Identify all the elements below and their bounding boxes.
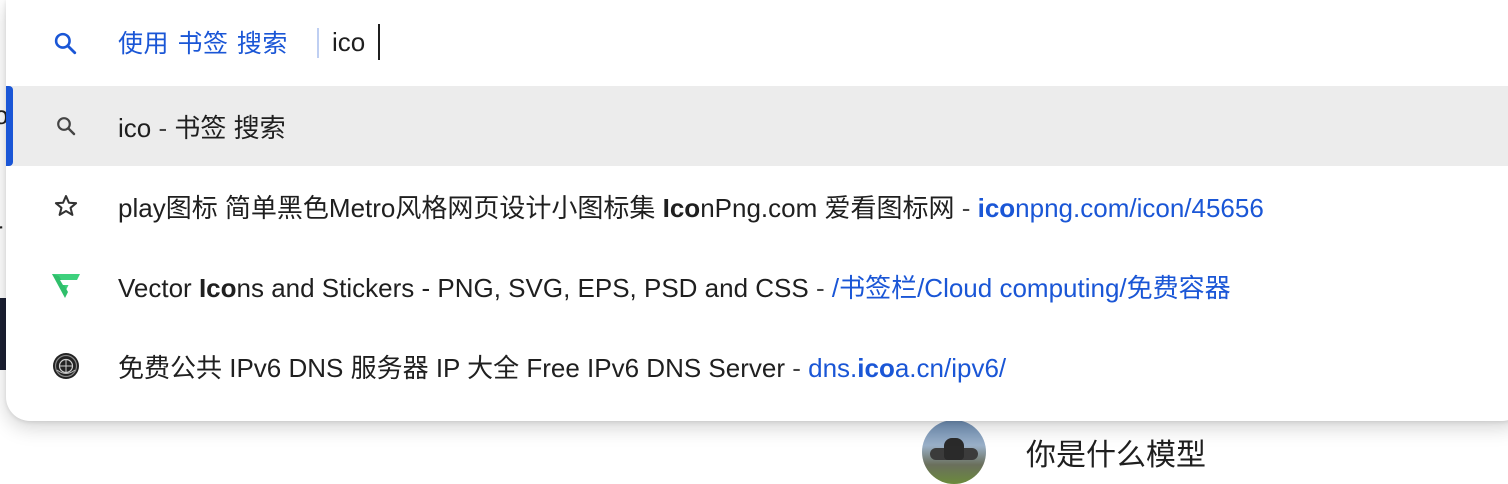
vector-logo-icon xyxy=(50,270,82,302)
suggestion-url-rest: npng.com/icon/45656 xyxy=(1015,193,1264,223)
keyword-mode-label[interactable]: 使用 书签 搜索 xyxy=(118,24,288,60)
suggestion-url-rest: a.cn/ipv6/ xyxy=(894,353,1007,383)
globe-seal-icon xyxy=(50,350,82,382)
keyword-divider xyxy=(317,28,319,58)
omnibox-dropdown: 使用 书签 搜索 ico - 书签 搜索 play图标 简单黑色Metro风格网… xyxy=(6,0,1508,421)
suggestion-title: ns and Stickers - PNG, SVG, EPS, PSD and… xyxy=(236,273,809,303)
chat-message: 你是什么模型 xyxy=(1026,438,1206,473)
suggestion-separator: - xyxy=(808,273,832,303)
omnibox-input-row[interactable]: 使用 书签 搜索 xyxy=(6,0,1508,86)
suggestion-search[interactable]: ico - 书签 搜索 xyxy=(6,86,1508,166)
search-icon xyxy=(52,30,78,61)
suggestion-bookmark[interactable]: play图标 简单黑色Metro风格网页设计小图标集 IconPng.com 爱… xyxy=(6,166,1508,246)
suggestion-text: 免费公共 IPv6 DNS 服务器 IP 大全 Free IPv6 DNS Se… xyxy=(118,348,1006,385)
omnibox-query-input[interactable] xyxy=(332,24,932,60)
suggestion-url-prefix: dns. xyxy=(808,353,858,383)
suggestion-url: iconpng.com/icon/45656 xyxy=(978,193,1264,223)
suggestion-text: Vector Icons and Stickers - PNG, SVG, EP… xyxy=(118,268,1231,305)
suggestion-query: ico xyxy=(118,113,152,143)
suggestion-url: dns.icoa.cn/ipv6/ xyxy=(808,353,1006,383)
suggestion-title: play图标 简单黑色Metro风格网页设计小图标集 xyxy=(118,193,663,223)
avatar xyxy=(922,420,986,484)
search-icon xyxy=(50,110,82,142)
suggestion-separator: - xyxy=(954,193,978,223)
suggestion-url: /书签栏/Cloud computing/免费容器 xyxy=(831,273,1231,303)
suggestion-title-match: Ico xyxy=(198,273,237,303)
suggestion-separator: - xyxy=(785,353,809,383)
suggestion-description: 书签 搜索 xyxy=(174,113,286,143)
background-text-fragment: r xyxy=(0,216,3,247)
suggestion-separator: - xyxy=(151,113,175,143)
suggestion-text: ico - 书签 搜索 xyxy=(118,108,286,145)
avatar-detail xyxy=(944,438,964,460)
star-icon xyxy=(50,190,82,222)
suggestion-title: nPng.com 爱看图标网 xyxy=(700,193,955,223)
suggestion-title-match: Ico xyxy=(662,193,701,223)
suggestion-url-match: ico xyxy=(977,193,1016,223)
background-chat-row: 你是什么模型 xyxy=(922,420,1206,484)
selection-indicator xyxy=(6,86,13,166)
suggestion-bookmark[interactable]: Vector Icons and Stickers - PNG, SVG, EP… xyxy=(6,246,1508,326)
suggestion-url-match: ico xyxy=(857,353,895,383)
text-caret xyxy=(378,24,380,60)
suggestion-text: play图标 简单黑色Metro风格网页设计小图标集 IconPng.com 爱… xyxy=(118,188,1264,225)
suggestion-title: Vector xyxy=(118,273,199,303)
suggestion-title: 免费公共 IPv6 DNS 服务器 IP 大全 Free IPv6 DNS Se… xyxy=(118,353,785,383)
suggestion-bookmark[interactable]: 免费公共 IPv6 DNS 服务器 IP 大全 Free IPv6 DNS Se… xyxy=(6,326,1508,406)
